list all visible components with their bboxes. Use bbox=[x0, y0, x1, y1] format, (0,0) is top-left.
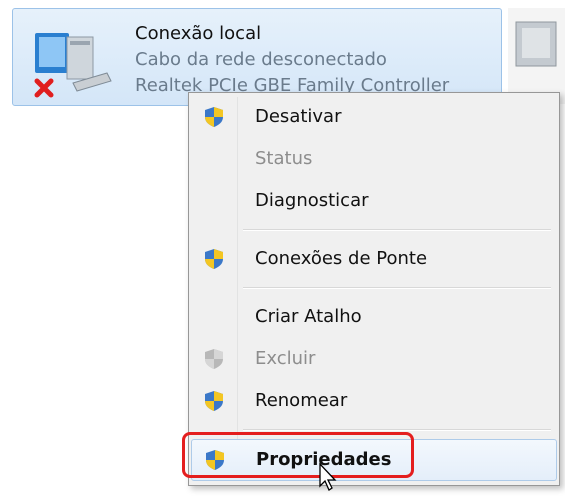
menu-item-desativar[interactable]: Desativar bbox=[191, 97, 555, 137]
context-menu: Desativar Status Diagnosticar Conexões d… bbox=[188, 92, 560, 486]
menu-item-diagnosticar[interactable]: Diagnosticar bbox=[191, 181, 555, 221]
menu-separator bbox=[243, 429, 551, 431]
menu-item-label: Excluir bbox=[255, 348, 316, 369]
red-x-icon bbox=[34, 78, 54, 98]
uac-shield-icon bbox=[205, 107, 223, 127]
menu-item-renomear[interactable]: Renomear bbox=[191, 381, 555, 421]
network-adapter-icon bbox=[34, 33, 112, 98]
mouse-cursor-icon bbox=[319, 462, 337, 491]
menu-item-label: Diagnosticar bbox=[255, 190, 369, 211]
menu-separator bbox=[243, 287, 551, 289]
menu-item-excluir[interactable]: Excluir bbox=[191, 339, 555, 379]
menu-item-label: Status bbox=[255, 148, 313, 169]
menu-item-label: Criar Atalho bbox=[255, 306, 362, 327]
menu-item-criar-atalho[interactable]: Criar Atalho bbox=[191, 297, 555, 337]
menu-item-conexoes-de-ponte[interactable]: Conexões de Ponte bbox=[191, 239, 555, 279]
uac-shield-icon bbox=[205, 391, 223, 411]
menu-item-label: Desativar bbox=[255, 106, 342, 127]
menu-item-label: Renomear bbox=[255, 390, 348, 411]
highlight-callout bbox=[182, 432, 414, 478]
menu-item-status[interactable]: Status bbox=[191, 139, 555, 179]
adapter-name: Conexão local bbox=[135, 23, 262, 44]
uac-shield-icon bbox=[205, 249, 223, 269]
network-adapter-icon bbox=[515, 21, 557, 67]
uac-shield-icon bbox=[205, 349, 223, 369]
menu-item-label: Conexões de Ponte bbox=[255, 248, 428, 269]
adapter-status: Cabo da rede desconectado bbox=[135, 49, 387, 70]
menu-separator bbox=[243, 229, 551, 231]
